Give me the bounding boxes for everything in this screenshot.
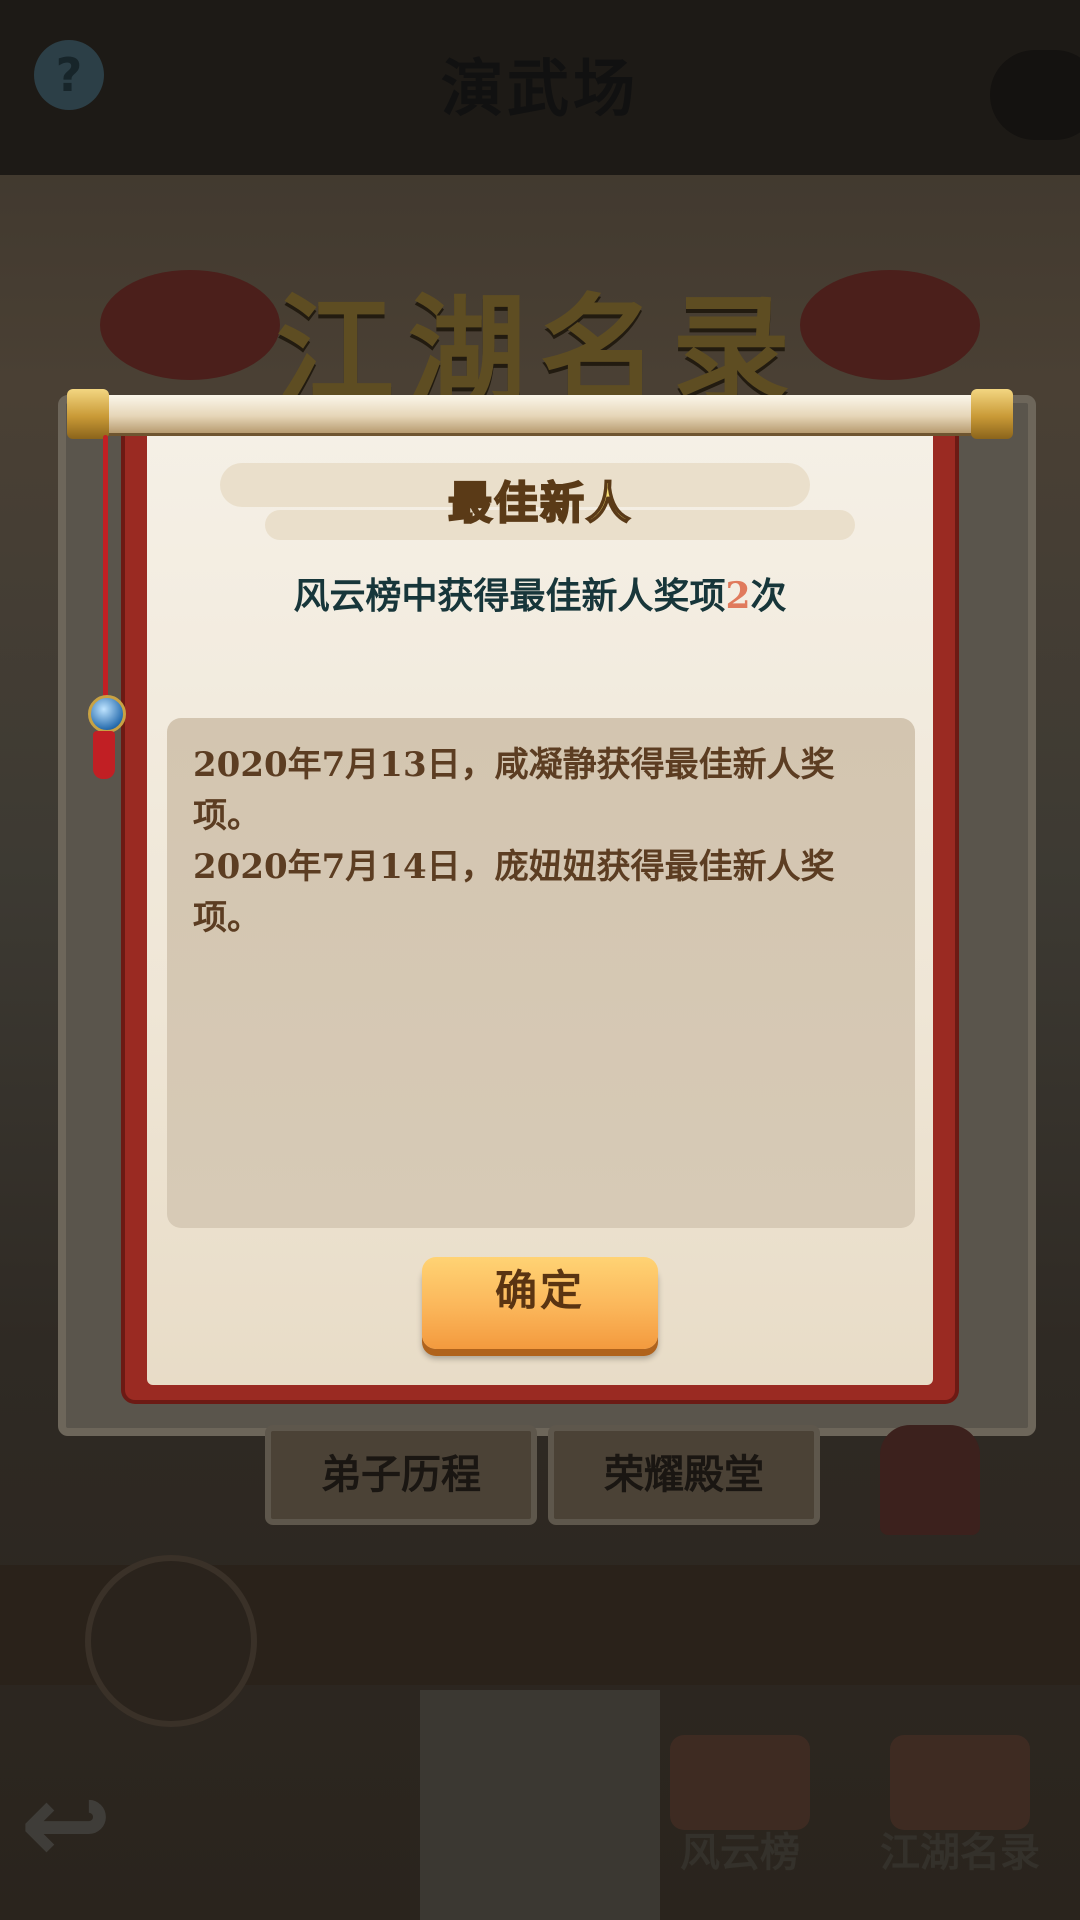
jade-bead-icon [88, 695, 126, 733]
scroll-rod [80, 395, 1000, 433]
tab-disciple-history[interactable]: 弟子历程 [265, 1425, 537, 1525]
award-count: 2 [725, 575, 751, 617]
header-title: 演武场 [440, 52, 639, 125]
summary-text: 风云榜中获得最佳新人奖项 [293, 575, 726, 617]
record-item: 2020年7月14日，庞妞妞获得最佳新人奖项。 [193, 847, 835, 938]
dialog-title: 最佳新人 [447, 477, 632, 530]
award-summary: 风云榜中获得最佳新人奖项2次 [125, 567, 955, 619]
round-button[interactable] [85, 1555, 257, 1727]
award-dialog: 最佳新人 风云榜中获得最佳新人奖项2次 2020年7月13日，咸凝静获得最佳新人… [67, 389, 1013, 1405]
nav-jianghu-records[interactable]: 江湖名录 [880, 1820, 1040, 1878]
confirm-button[interactable]: 确定 [422, 1257, 658, 1349]
fengyun-board-icon[interactable] [670, 1735, 810, 1830]
jianghu-book-icon[interactable] [890, 1735, 1030, 1830]
records-panel: 2020年7月13日，咸凝静获得最佳新人奖项。 2020年7月14日，庞妞妞获得… [167, 718, 915, 1228]
summary-suffix: 次 [750, 575, 787, 617]
record-item: 2020年7月13日，咸凝静获得最佳新人奖项。 [193, 745, 835, 836]
nav-fengyun-board[interactable]: 风云榜 [680, 1820, 800, 1878]
tab-hall-of-glory[interactable]: 荣耀殿堂 [548, 1425, 820, 1525]
tassel-cord [103, 435, 108, 705]
rod-knob-right [971, 389, 1013, 439]
stairs [420, 1690, 660, 1920]
rod-knob-left [67, 389, 109, 439]
back-arrow-icon[interactable]: ↩ [20, 1760, 112, 1888]
character-figure [880, 1425, 980, 1535]
top-right-decoration [990, 50, 1080, 140]
tassel [93, 731, 115, 779]
